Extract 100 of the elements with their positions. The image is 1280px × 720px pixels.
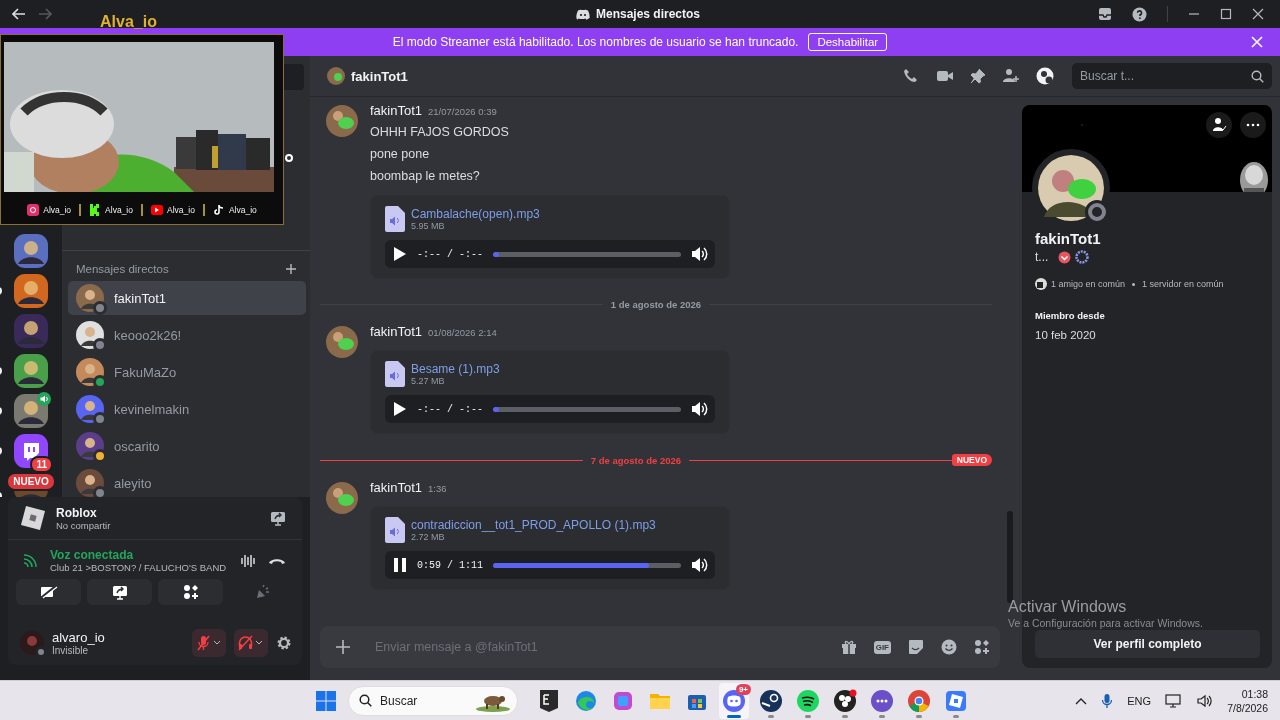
- video-camera-icon[interactable]: [936, 69, 954, 83]
- clock-time[interactable]: 01:38: [1241, 686, 1268, 701]
- social-handle: Alva_io: [43, 205, 72, 215]
- windows-icon[interactable]: [316, 690, 336, 711]
- chevron-up-icon[interactable]: [1075, 696, 1088, 705]
- headphones-button[interactable]: [234, 629, 268, 657]
- dm-item[interactable]: fakinTot1: [68, 281, 306, 315]
- new-badge: NUEVO: [6, 472, 56, 491]
- disable-button[interactable]: Deshabilitar: [808, 33, 888, 51]
- apps-icon[interactable]: [974, 639, 990, 655]
- dm-item[interactable]: kevinelmakin: [68, 392, 306, 426]
- server-icon[interactable]: [14, 274, 48, 308]
- inbox-icon[interactable]: [1098, 7, 1112, 21]
- friend-check-icon[interactable]: [1206, 112, 1232, 138]
- avatar[interactable]: [326, 105, 358, 137]
- social-icon: [212, 204, 225, 216]
- watermark-title: Activar Windows: [1008, 598, 1127, 616]
- plus-icon[interactable]: [286, 264, 296, 274]
- microphone-icon[interactable]: [1101, 692, 1114, 709]
- server-icon[interactable]: [14, 234, 48, 268]
- profile-tag: t...: [1035, 250, 1049, 264]
- avatar: [327, 67, 345, 85]
- phone-icon[interactable]: [902, 67, 920, 85]
- search-field[interactable]: Buscar: [348, 685, 518, 716]
- back-arrow-icon[interactable]: [12, 8, 26, 20]
- emoji-icon[interactable]: [941, 639, 957, 655]
- playback-time: -:-- / -:--: [417, 403, 483, 415]
- file-link[interactable]: contradiccion__tot1_PROD_APOLLO (1).mp3: [411, 518, 656, 532]
- watermark-text: Ve a Configuración para activar Windows.: [1008, 617, 1203, 629]
- file-link[interactable]: Cambalache(open).mp3: [411, 207, 540, 221]
- volume-icon[interactable]: [691, 246, 709, 262]
- play-icon[interactable]: [393, 401, 407, 417]
- avatar[interactable]: [326, 326, 358, 358]
- mutual-friends[interactable]: 1 amigo en común: [1051, 279, 1126, 289]
- sticker-icon[interactable]: [908, 639, 924, 655]
- file-size: 5.95 MB: [411, 221, 446, 231]
- dm-item[interactable]: FakuMaZo: [68, 355, 306, 389]
- search-field[interactable]: Buscar t...: [1072, 63, 1272, 89]
- social-handle: Alva_io: [228, 205, 257, 215]
- discord-icon: [575, 8, 590, 20]
- camera-off-icon: [39, 585, 58, 599]
- progress-bar[interactable]: [493, 251, 681, 257]
- chat-app-icon: [722, 688, 746, 713]
- camera-off-button[interactable]: [16, 579, 81, 605]
- full-profile-button[interactable]: Ver perfil completo: [1035, 630, 1260, 658]
- date-divider: 7 de agosto de 2026: [590, 454, 682, 466]
- dm-item[interactable]: keooo2k26!: [68, 318, 306, 352]
- progress-bar[interactable]: [493, 562, 681, 568]
- avatar[interactable]: [326, 482, 358, 514]
- progress-bar[interactable]: [493, 406, 681, 412]
- screen-share-icon[interactable]: [270, 510, 286, 526]
- screen-share-button[interactable]: [87, 579, 152, 605]
- mutual-servers[interactable]: 1 servidor en común: [1142, 279, 1224, 289]
- search-placeholder: Buscar t...: [1080, 69, 1135, 83]
- message-placeholder: Enviar mensaje a @fakinTot1: [375, 640, 538, 654]
- taskbar-app[interactable]: 9+: [719, 682, 749, 719]
- social-icon: [89, 204, 102, 216]
- maximize-icon[interactable]: [1220, 8, 1232, 20]
- playback-time: -:-- / -:--: [417, 248, 483, 260]
- pause-icon[interactable]: [393, 557, 407, 573]
- microphone-button[interactable]: [192, 629, 226, 657]
- author-name[interactable]: fakinTot1: [370, 480, 423, 495]
- message-input[interactable]: Enviar mensaje a @fakinTot1 GIF: [320, 626, 1000, 668]
- volume-icon[interactable]: [1197, 693, 1214, 708]
- close-icon[interactable]: [1252, 8, 1264, 20]
- server-icon[interactable]: [14, 434, 48, 468]
- social-icon: [27, 204, 40, 216]
- section-label: Miembro desde: [1035, 310, 1106, 321]
- file-link[interactable]: Besame (1).mp3: [411, 362, 500, 376]
- gif-button[interactable]: GIF: [873, 640, 891, 654]
- volume-icon[interactable]: [691, 401, 709, 417]
- search-icon: [359, 694, 372, 707]
- message-text: pone pone: [370, 146, 431, 163]
- dm-item[interactable]: oscarito: [68, 429, 306, 463]
- help-icon[interactable]: [1132, 6, 1147, 22]
- audio-file-icon: [385, 361, 405, 387]
- clock-date[interactable]: 7/8/2026: [1227, 700, 1268, 715]
- server-icon[interactable]: [14, 394, 48, 428]
- author-name[interactable]: fakinTot1: [370, 103, 423, 118]
- user-profile-icon[interactable]: [1036, 67, 1054, 85]
- add-friend-icon[interactable]: [1002, 68, 1020, 84]
- gift-icon[interactable]: [840, 639, 857, 655]
- social-handle: Alva_io: [167, 205, 195, 215]
- avatar: [1038, 155, 1104, 221]
- social-handle: Alva_io: [105, 205, 133, 215]
- settings-icon[interactable]: [276, 635, 292, 651]
- sound-wave-icon[interactable]: [240, 552, 256, 569]
- channel-name: Alva_io: [100, 13, 157, 31]
- server-icon[interactable]: [14, 314, 48, 348]
- voice-channel: Club 21 >BOSTON? / FALUCHO'S BAND: [50, 562, 228, 573]
- server-icon[interactable]: [14, 354, 48, 388]
- author-name[interactable]: fakinTot1: [370, 324, 423, 339]
- network-icon[interactable]: [1165, 693, 1184, 708]
- play-icon[interactable]: [393, 246, 407, 262]
- pin-icon[interactable]: [970, 68, 986, 84]
- language-indicator[interactable]: ENG: [1127, 694, 1152, 707]
- browser-icon: [574, 688, 598, 713]
- plus-icon[interactable]: [336, 640, 350, 654]
- volume-icon[interactable]: [691, 557, 709, 573]
- activities-button[interactable]: [158, 579, 223, 605]
